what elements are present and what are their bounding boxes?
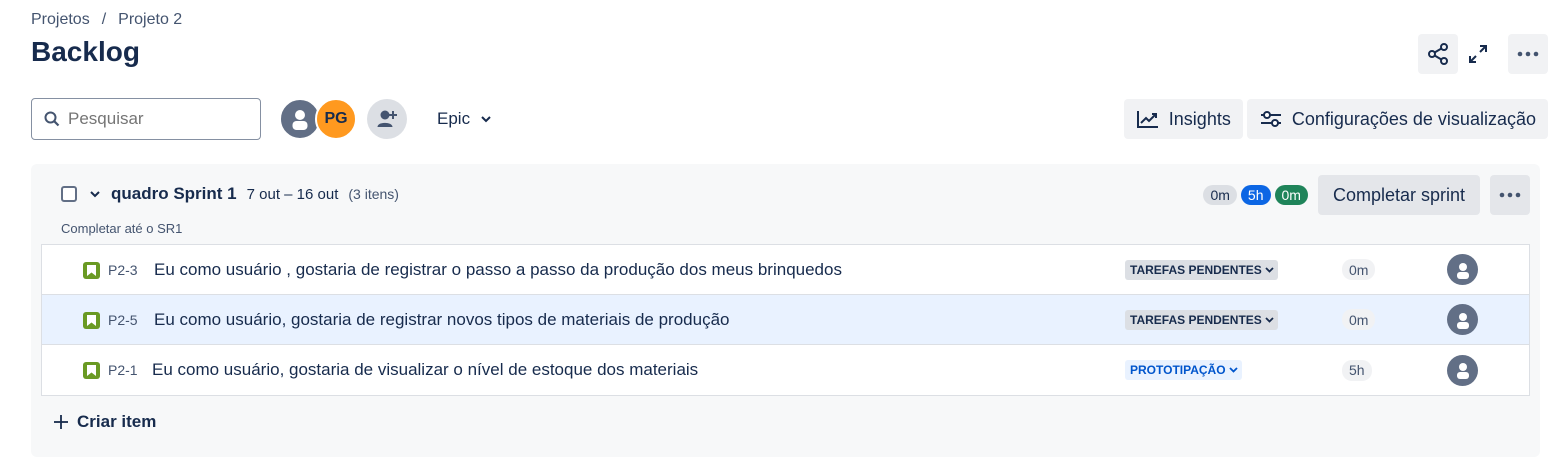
- settings-sliders-icon: [1260, 111, 1281, 127]
- create-issue-button[interactable]: Criar item: [53, 412, 156, 432]
- estimate-in-progress-badge: 5h: [1240, 185, 1271, 205]
- add-people-button[interactable]: [367, 99, 407, 139]
- story-icon: [83, 262, 100, 279]
- issue-row[interactable]: P2-5 Eu como usuário, gostaria de regist…: [42, 295, 1529, 345]
- estimate-badge[interactable]: 0m: [1342, 309, 1376, 330]
- issue-key[interactable]: P2-3: [108, 262, 138, 278]
- avatar-filter: PG: [279, 98, 357, 140]
- issue-summary[interactable]: Eu como usuário, gostaria de visualizar …: [152, 360, 698, 380]
- sprint-header: quadro Sprint 1 7 out – 16 out (3 itens): [61, 184, 399, 204]
- status-dropdown[interactable]: TAREFAS PENDENTES: [1125, 259, 1278, 280]
- search-box[interactable]: [31, 98, 261, 140]
- breadcrumb-project-2[interactable]: Projeto 2: [118, 11, 182, 29]
- chevron-down-icon[interactable]: [89, 190, 101, 198]
- sprint-actions: 0m 5h 0m Completar sprint: [1199, 175, 1530, 215]
- share-button[interactable]: [1418, 34, 1458, 74]
- sprint-checkbox[interactable]: [61, 186, 77, 202]
- avatar-icon: [292, 110, 308, 130]
- add-person-icon: [377, 110, 397, 127]
- chevron-down-icon: [1265, 266, 1274, 273]
- more-actions-button[interactable]: [1508, 34, 1548, 74]
- avatar-icon: [1456, 363, 1469, 379]
- epic-label: Epic: [437, 109, 471, 128]
- share-icon: [1428, 43, 1448, 65]
- status-label: TAREFAS PENDENTES: [1130, 262, 1262, 277]
- view-settings-button[interactable]: Configurações de visualização: [1246, 99, 1548, 139]
- create-issue-label: Criar item: [77, 412, 157, 431]
- search-icon: [44, 111, 60, 127]
- more-icon: [1499, 192, 1521, 198]
- assignee-avatar[interactable]: [1447, 254, 1478, 285]
- sprint-dates: 7 out – 16 out: [246, 185, 339, 203]
- page-actions: [1418, 34, 1548, 74]
- backlog-toolbar: PG Epic Insights: [31, 98, 1548, 140]
- chevron-down-icon: [481, 116, 491, 123]
- issue-row[interactable]: P2-3 Eu como usuário , gostaria de regis…: [42, 245, 1529, 295]
- status-label: TAREFAS PENDENTES: [1130, 312, 1262, 327]
- breadcrumb: Projetos / Projeto 2: [31, 11, 182, 29]
- assignee-avatar[interactable]: [1447, 354, 1478, 386]
- story-icon: [83, 362, 100, 379]
- sprint-more-button[interactable]: [1490, 175, 1530, 215]
- breadcrumb-projects[interactable]: Projetos: [31, 11, 90, 29]
- search-input[interactable]: [68, 109, 238, 129]
- issue-key[interactable]: P2-1: [108, 362, 138, 378]
- sprint-name: quadro Sprint 1: [111, 184, 237, 203]
- complete-sprint-button[interactable]: Completar sprint: [1317, 175, 1480, 215]
- status-dropdown[interactable]: PROTOTIPAÇÃO: [1125, 360, 1242, 380]
- status-label: PROTOTIPAÇÃO: [1130, 363, 1226, 377]
- more-icon: [1517, 51, 1539, 57]
- insights-button[interactable]: Insights: [1123, 99, 1243, 139]
- issue-summary[interactable]: Eu como usuário, gostaria de registrar n…: [154, 310, 729, 330]
- issue-list: P2-3 Eu como usuário , gostaria de regis…: [41, 244, 1530, 396]
- chevron-down-icon: [1265, 316, 1274, 323]
- status-dropdown[interactable]: TAREFAS PENDENTES: [1125, 309, 1278, 330]
- estimate-badge[interactable]: 5h: [1342, 359, 1372, 381]
- avatar-icon: [1456, 262, 1469, 279]
- insights-label: Insights: [1168, 108, 1231, 129]
- story-icon: [83, 312, 100, 329]
- breadcrumb-separator: /: [101, 11, 107, 28]
- assignee-avatar[interactable]: [1447, 304, 1478, 335]
- insights-icon: [1136, 111, 1158, 128]
- sprint-container: quadro Sprint 1 7 out – 16 out (3 itens)…: [31, 164, 1540, 457]
- plus-icon: [54, 415, 68, 429]
- estimate-badge[interactable]: 0m: [1342, 259, 1376, 280]
- estimate-done-badge: 0m: [1274, 185, 1308, 205]
- sprint-issue-count: (3 itens): [348, 186, 399, 202]
- fullscreen-icon: [1469, 45, 1487, 63]
- issue-key[interactable]: P2-5: [108, 312, 138, 328]
- view-settings-label: Configurações de visualização: [1291, 108, 1536, 129]
- epic-filter[interactable]: Epic: [437, 109, 492, 129]
- estimate-todo-badge: 0m: [1203, 185, 1237, 205]
- issue-summary[interactable]: Eu como usuário , gostaria de registrar …: [154, 260, 842, 280]
- avatar-icon: [1456, 312, 1469, 329]
- avatar-pg[interactable]: PG: [315, 98, 357, 140]
- sprint-goal: Completar até o SR1: [61, 221, 183, 236]
- fullscreen-button[interactable]: [1458, 34, 1498, 74]
- issue-row[interactable]: P2-1 Eu como usuário, gostaria de visual…: [42, 345, 1529, 395]
- chevron-down-icon: [1228, 367, 1238, 373]
- page-title: Backlog: [31, 36, 140, 67]
- toolbar-right-actions: Insights Configurações de visualização: [1123, 99, 1548, 139]
